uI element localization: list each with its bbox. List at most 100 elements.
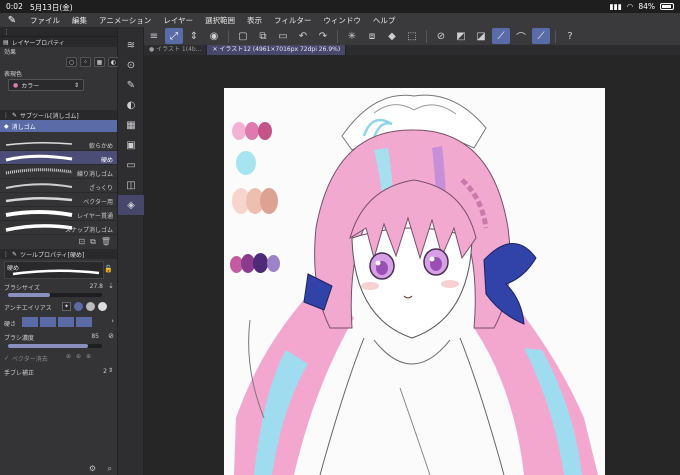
hardness-adjust-icon[interactable]: › <box>111 317 114 325</box>
antialias-medium-icon[interactable] <box>86 302 95 311</box>
pen-icon[interactable]: ⟋ <box>492 28 510 44</box>
status-time: 0:02 <box>6 2 23 11</box>
menu-help[interactable]: ヘルプ <box>367 15 402 26</box>
menu-animation[interactable]: アニメーション <box>93 15 157 26</box>
signal-icon: ▮▮▮ <box>609 2 622 11</box>
vector-erase-label: ベクター消去 <box>12 355 48 363</box>
selection-launcher-icon[interactable]: ◪ <box>472 28 490 44</box>
density-slider[interactable] <box>8 344 102 348</box>
duplicate-subtool-icon[interactable]: ⧉ <box>90 237 96 247</box>
fill-icon[interactable]: ▭ <box>274 28 292 44</box>
menu-filter[interactable]: フィルター <box>268 15 317 26</box>
hardness-level-3[interactable] <box>58 317 74 327</box>
left-panel: ⋮ ▤ レイヤープロパティ 効果 ○ ⁘ ▦ ◐ 表現色 ● カラー ⇕ ⋮ ✎… <box>0 27 119 475</box>
brush-item-kneaded[interactable]: 練り消しゴム <box>0 165 117 179</box>
density-value[interactable]: 85 <box>91 333 99 340</box>
pen-tool-icon[interactable]: ✎ <box>118 75 144 95</box>
brush-item-through-layers[interactable]: レイヤー貫通 <box>0 207 117 221</box>
loading-icon[interactable]: ✳ <box>343 28 361 44</box>
battery-icon <box>660 3 674 10</box>
undo-icon[interactable]: ↶ <box>294 28 312 44</box>
status-right: ▮▮▮ ◠ 84% <box>609 2 674 11</box>
brush-size-value[interactable]: 27.8 <box>90 283 103 290</box>
hardness-level-1[interactable] <box>22 317 38 327</box>
tab-illust-1[interactable]: ● イラスト 1(4b... <box>144 45 208 55</box>
sub-tool-group-tab[interactable]: ◆ 消しゴム <box>0 120 117 132</box>
eraser-tool-icon[interactable]: ◈ <box>118 195 144 215</box>
brush-item-rough[interactable]: ざっくり <box>0 179 117 193</box>
brush-item-snap[interactable]: スナップ消しゴム <box>0 221 117 235</box>
menu-layer[interactable]: レイヤー <box>157 15 199 26</box>
sub-tool-footer: ⊡ ⧉ 🗑 <box>0 235 117 249</box>
hardness-level-2[interactable] <box>40 317 56 327</box>
menu-window[interactable]: ウィンドウ <box>317 15 367 26</box>
move-layer-icon[interactable]: ⤢ <box>165 28 183 44</box>
crop-icon[interactable]: ⬚ <box>403 28 421 44</box>
menu-file[interactable]: ファイル <box>24 15 66 26</box>
antialias-strong-icon[interactable] <box>98 302 107 311</box>
display-color-select[interactable]: ● カラー ⇕ <box>8 79 84 91</box>
sub-tool-settings-icon[interactable]: ⊡ <box>78 237 85 247</box>
ruler-icon[interactable]: ⌒ <box>512 28 530 44</box>
hardness-level-4[interactable] <box>76 317 92 327</box>
brush-item-soft[interactable]: 軟らかめ <box>0 137 117 151</box>
menu-selection[interactable]: 選択範囲 <box>199 15 241 26</box>
select-icon[interactable]: ◉ <box>205 28 223 44</box>
magic-wand-icon[interactable]: ◩ <box>452 28 470 44</box>
app-logo-icon[interactable]: ✎ <box>0 15 24 26</box>
brush-size-slider-fill <box>8 293 51 297</box>
panel-top-strip: ⋮ <box>0 27 117 37</box>
erase-touched-icon[interactable]: ⊕ <box>66 353 71 360</box>
brush-stroke-preview <box>5 168 73 175</box>
vector-erase-options: ⊕ ⊕ ⊕ <box>66 353 91 360</box>
gradient-icon[interactable]: ▦ <box>118 115 144 135</box>
brush-stroke-preview <box>5 141 73 146</box>
erase-whole-icon[interactable]: ⊕ <box>86 353 91 360</box>
fill-tool-icon[interactable]: ▣ <box>118 135 144 155</box>
effect-label-row: 効果 <box>0 47 117 56</box>
brush-label: 硬め <box>100 157 113 164</box>
clear-icon[interactable]: ⊘ <box>432 28 450 44</box>
tab-illust-12[interactable]: ✕ イラスト12 (4961×7016px 72dpi 26.9%) <box>207 45 347 55</box>
antialias-weak-icon[interactable] <box>74 302 83 311</box>
redo-icon[interactable]: ↷ <box>314 28 332 44</box>
chevron-updown-icon[interactable]: ⇕ <box>185 28 203 44</box>
menu-icon[interactable]: ≡ <box>145 28 163 44</box>
transform-icon[interactable]: ⧈ <box>363 28 381 44</box>
document-tabs: ● イラスト 1(4b... ✕ イラスト12 (4961×7016px 72d… <box>144 45 680 55</box>
search-icon[interactable]: ⌕ <box>108 464 112 474</box>
layers-icon[interactable]: ≋ <box>118 35 144 55</box>
drawing-canvas[interactable] <box>224 88 605 475</box>
brush-item-vector[interactable]: ベクター用 <box>0 193 117 207</box>
delete-subtool-icon[interactable]: 🗑 <box>101 237 111 247</box>
density-adjust-icon[interactable]: ⊘ <box>108 332 114 340</box>
eraser-icon[interactable]: ◆ <box>383 28 401 44</box>
brush-size-adjust-icon[interactable]: ⇣ <box>108 282 114 290</box>
border-effect-icon[interactable]: ○ <box>66 57 77 67</box>
help-icon[interactable]: ? <box>561 28 579 44</box>
blend-icon[interactable]: ◐ <box>118 95 144 115</box>
menu-edit[interactable]: 編集 <box>66 15 93 26</box>
tone-effect-icon[interactable]: ⁘ <box>80 57 91 67</box>
sub-tool-icon: ✎ <box>12 111 18 119</box>
layer-color-icon[interactable]: ▦ <box>94 57 105 67</box>
layer-property-title: レイヤープロパティ <box>11 39 65 47</box>
checkbox-icon[interactable]: ✓ <box>4 355 9 362</box>
new-layer-icon[interactable]: ▢ <box>234 28 252 44</box>
stepper-icon[interactable]: ⇕ <box>108 367 113 374</box>
command-bar: ≡ ⤢ ⇕ ◉ ▢ ⧉ ▭ ↶ ↷ ✳ ⧈ ◆ ⬚ ⊘ ◩ ◪ ⟋ ⌒ ⟋ ? <box>144 27 680 45</box>
zoom-icon[interactable]: ⊙ <box>118 55 144 75</box>
stabilization-value[interactable]: 2 <box>103 368 107 375</box>
copy-icon[interactable]: ⧉ <box>254 28 272 44</box>
antialias-none-icon[interactable]: ✦ <box>62 302 71 311</box>
antialias-label: アンチエイリアス <box>4 304 52 312</box>
lock-icon[interactable]: 🔓 <box>104 265 113 273</box>
camera-icon[interactable]: ◫ <box>118 175 144 195</box>
brush-size-slider[interactable] <box>8 293 102 297</box>
text-icon[interactable]: ▭ <box>118 155 144 175</box>
erase-intersect-icon[interactable]: ⊕ <box>76 353 81 360</box>
tool-settings-icon[interactable]: ⚙ <box>89 464 96 473</box>
menu-view[interactable]: 表示 <box>241 15 268 26</box>
brush-item-hard[interactable]: 硬め <box>0 151 117 165</box>
correction-icon[interactable]: ⟋ <box>532 28 550 44</box>
